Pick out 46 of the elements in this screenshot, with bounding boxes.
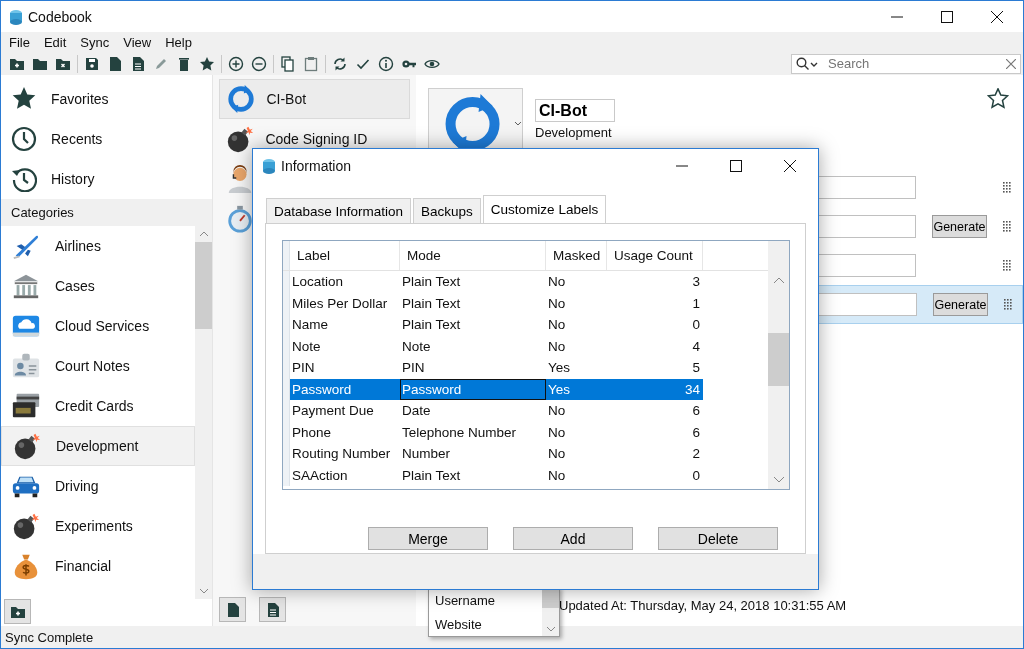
table-cell-text: Plain Text — [401, 466, 462, 485]
table-cell-text: No — [547, 423, 567, 442]
section-header: Categories — [1, 199, 213, 226]
table-cell: Yes — [546, 378, 607, 400]
status-text: Sync Complete — [5, 629, 94, 645]
table-cell-text: No — [547, 337, 567, 356]
table-cell-text: No — [547, 445, 567, 464]
table-cell-text: Miles Per Dollar — [291, 294, 389, 313]
table-cell-text: Plain Text — [401, 316, 462, 335]
table-cell-text: Location — [291, 273, 345, 292]
dialog-title: Information — [281, 158, 352, 174]
table-cell-text: Phone — [291, 423, 333, 442]
table-cell-text: Date — [401, 402, 432, 421]
table-cell-text: SAAction — [291, 466, 349, 485]
category-label: Development — [535, 125, 613, 140]
table-cell-text: Number — [401, 445, 451, 464]
table-cell-text: Note — [291, 337, 322, 356]
table-cell-text: No — [547, 273, 567, 292]
table-cell-text: No — [547, 402, 567, 421]
table-cell-text: 1 — [691, 294, 701, 313]
table-cell: 34 — [607, 378, 703, 400]
window-title: Codebook — [28, 8, 92, 25]
table-cell-text: Plain Text — [401, 294, 462, 313]
table-cell-text: 6 — [691, 423, 701, 442]
table-cell-text: 2 — [691, 445, 701, 464]
table-cell-text: No — [547, 316, 567, 335]
table-cell-text: PIN — [291, 359, 316, 378]
table-cell: Password — [290, 378, 400, 400]
table-cell-text: 0 — [691, 466, 701, 485]
table-cell-text: 6 — [691, 402, 701, 421]
table-cell-text: Payment Due — [291, 402, 375, 421]
table-cell-text: PIN — [401, 359, 426, 378]
table-cell-text: Plain Text — [401, 273, 462, 292]
table-cell-text: Note — [401, 337, 432, 356]
table-cell-text: 4 — [691, 337, 701, 356]
updated-text: Updated At: Thursday, May 24, 2018 10:31:55 AM — [559, 598, 847, 613]
table-cell-text: No — [547, 294, 567, 313]
table-cell-text: 0 — [691, 316, 701, 335]
table-cell: Password — [400, 378, 546, 400]
table-cell-text: 3 — [691, 273, 701, 292]
table-cell-text: 5 — [691, 359, 701, 378]
table-cell-text: Routing Number — [291, 445, 392, 464]
table-cell-text: No — [547, 466, 567, 485]
table-cell-text: Telephone Number — [401, 423, 518, 442]
table-cell-text: Name — [291, 316, 329, 335]
table-cell-text: Yes — [547, 359, 572, 378]
